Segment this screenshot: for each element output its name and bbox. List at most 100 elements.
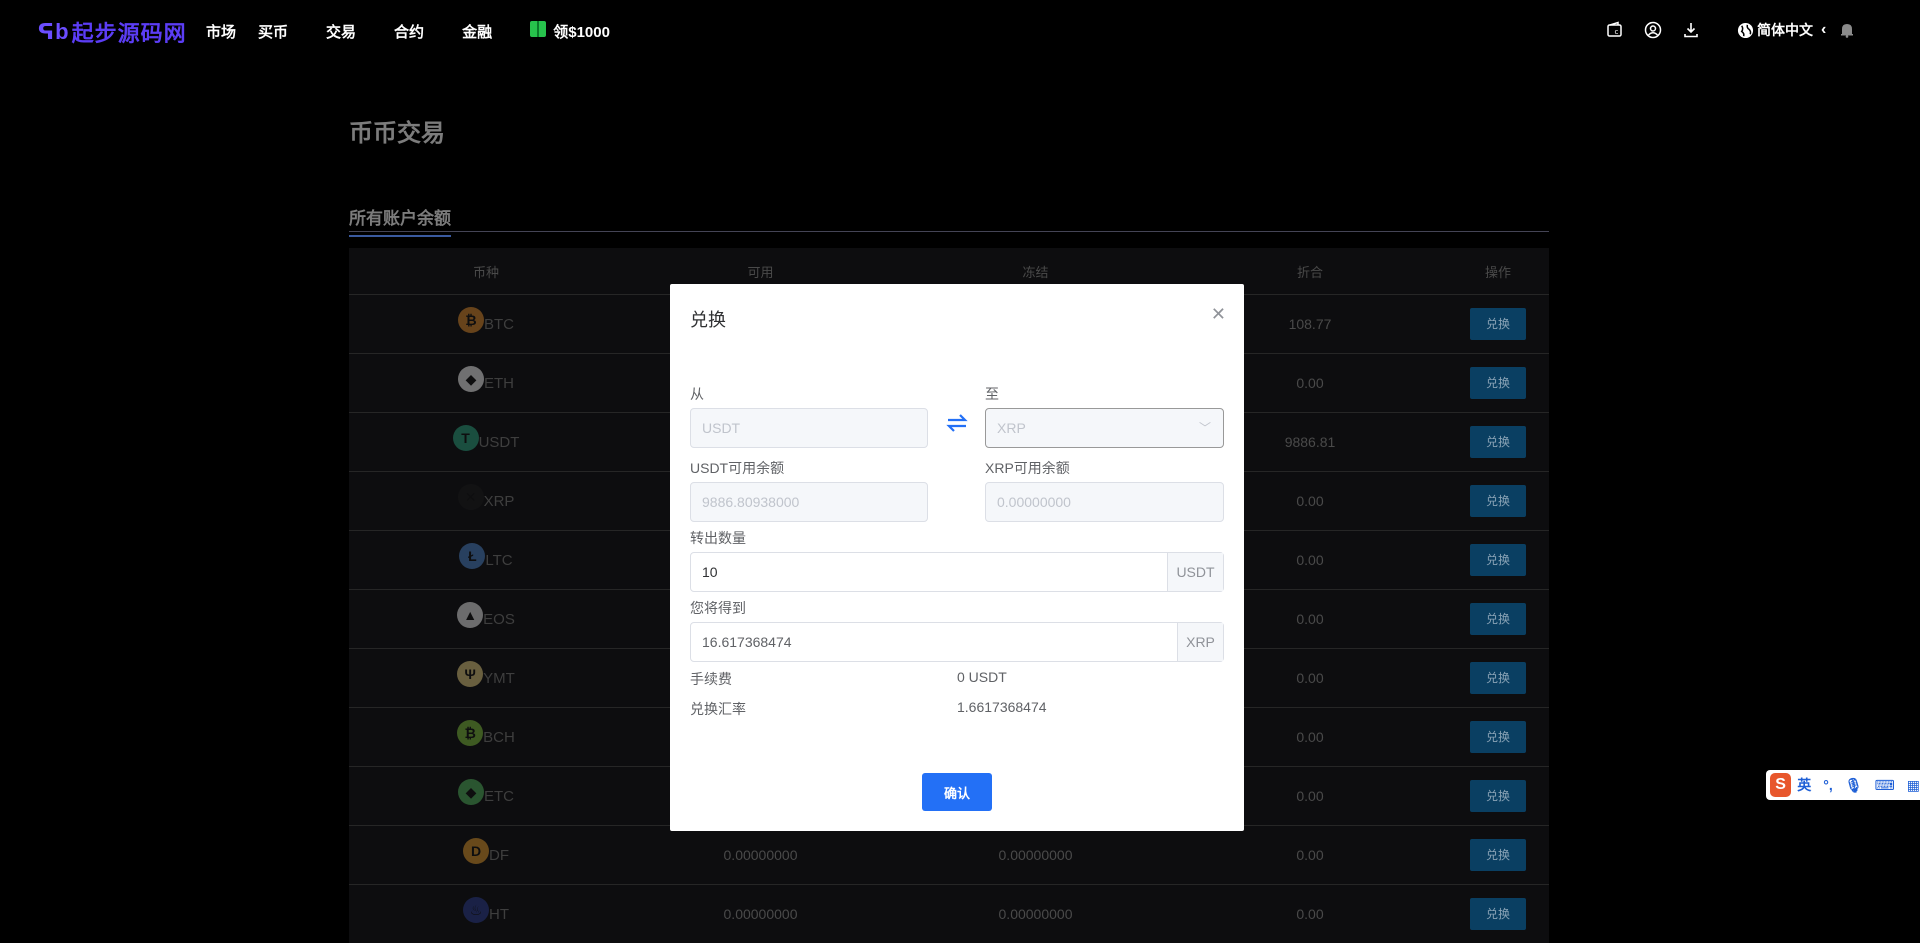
confirm-button[interactable]: 确认 — [922, 773, 992, 811]
coin-icon: Ł — [459, 543, 486, 569]
action-cell: 兑换 — [1447, 839, 1549, 871]
nav-gift[interactable]: 领$1000 — [530, 21, 610, 42]
coin-cell: Ψ YMT — [349, 661, 623, 691]
action-cell: 兑换 — [1447, 367, 1549, 399]
amount-input[interactable]: 10 USDT — [690, 552, 1224, 592]
exchange-button[interactable]: 兑换 — [1470, 308, 1526, 340]
keyboard-icon[interactable]: ⌨ — [1875, 777, 1895, 794]
coin-cell: Ł LTC — [349, 543, 623, 573]
fee-label: 手续费 — [690, 671, 732, 687]
section-title[interactable]: 所有账户余额 — [349, 204, 451, 237]
exchange-button[interactable]: 兑换 — [1470, 839, 1526, 871]
top-header: ᕋb 起步源码网 市场 买币 交易 合约 金融 领$1000 c 简体中文 ‹ — [0, 0, 1920, 62]
exchange-button[interactable]: 兑换 — [1470, 544, 1526, 576]
header-equiv: 折合 — [1296, 264, 1323, 280]
exchange-button[interactable]: 兑换 — [1470, 426, 1526, 458]
nav-trade[interactable]: 交易 — [326, 21, 356, 42]
language-selector[interactable]: 简体中文 ‹ — [1737, 20, 1826, 40]
coin-cell: ◆ ETC — [349, 779, 623, 809]
exchange-button[interactable]: 兑换 — [1470, 721, 1526, 753]
exchange-button[interactable]: 兑换 — [1470, 780, 1526, 812]
from-balance-label: USDT可用余额 — [690, 460, 785, 476]
coin-icon: ₿ — [458, 307, 484, 333]
svg-text:c: c — [1615, 28, 1619, 36]
ime-punct[interactable]: °, — [1823, 777, 1833, 793]
from-label: 从 — [690, 386, 704, 402]
action-cell: 兑换 — [1447, 662, 1549, 694]
amount-unit: USDT — [1167, 553, 1223, 591]
exchange-button[interactable]: 兑换 — [1470, 662, 1526, 694]
table-row: ♨ HT 0.00000000 0.00000000 0.00 兑换 — [349, 885, 1549, 943]
available-cell: 0.00000000 — [723, 847, 798, 863]
bell-icon[interactable] — [1840, 22, 1854, 38]
ime-toolbar[interactable]: S 英 °, 🎙 ⌨ ▦ — [1766, 770, 1920, 800]
header-action: 操作 — [1484, 264, 1511, 280]
coin-icon: ₿ — [457, 720, 484, 746]
sogou-logo-icon: S — [1770, 773, 1792, 797]
amount-label: 转出数量 — [690, 530, 746, 546]
frozen-cell: 0.00000000 — [998, 906, 1073, 922]
exchange-button[interactable]: 兑换 — [1470, 485, 1526, 517]
exchange-button[interactable]: 兑换 — [1470, 898, 1526, 930]
download-icon[interactable] — [1682, 21, 1700, 39]
header-frozen: 冻结 — [1022, 264, 1049, 280]
receive-unit: XRP — [1177, 623, 1223, 661]
header-coin: 币种 — [472, 264, 499, 280]
rate-value: 1.6617368474 — [957, 699, 1047, 715]
coin-name: LTC — [485, 551, 513, 569]
language-label: 简体中文 — [1757, 22, 1813, 38]
coin-name: EOS — [483, 610, 515, 628]
coin-name: XRP — [483, 492, 515, 510]
coin-name: YMT — [483, 669, 515, 687]
amount-value[interactable]: 10 — [691, 553, 1167, 591]
coin-name: BTC — [484, 315, 514, 333]
nav-market[interactable]: 市场 — [206, 21, 236, 42]
coin-cell: ▲ EOS — [349, 602, 623, 632]
header-right: c 简体中文 ‹ — [1606, 20, 1854, 40]
coin-name: ETH — [484, 374, 514, 392]
coin-cell: ₿ BTC — [349, 307, 623, 337]
coin-cell: ₿ BCH — [349, 720, 623, 750]
equiv-cell: 0.00 — [1296, 847, 1324, 863]
from-input[interactable]: USDT — [690, 408, 928, 448]
exchange-button[interactable]: 兑换 — [1470, 603, 1526, 635]
coin-name: DF — [489, 846, 509, 864]
nav-buy-coin[interactable]: 买币 — [258, 21, 288, 42]
coin-icon: ♨ — [463, 897, 489, 923]
exchange-button[interactable]: 兑换 — [1470, 367, 1526, 399]
main-nav: 市场 买币 交易 合约 金融 领$1000 — [206, 21, 610, 42]
nav-contract[interactable]: 合约 — [394, 21, 424, 42]
coin-cell: ✕ XRP — [349, 484, 623, 514]
action-cell: 兑换 — [1447, 308, 1549, 340]
coin-cell: T USDT — [349, 425, 623, 455]
receive-value: 16.617368474 — [702, 634, 792, 650]
microphone-icon[interactable]: 🎙 — [1845, 777, 1863, 794]
coin-name: ETC — [484, 787, 514, 805]
swap-icon[interactable] — [946, 412, 968, 434]
coin-icon: Ψ — [457, 661, 484, 687]
nav-finance[interactable]: 金融 — [462, 21, 492, 42]
wallet-icon[interactable]: c — [1606, 21, 1624, 39]
grid-icon[interactable]: ▦ — [1907, 777, 1920, 794]
site-logo[interactable]: ᕋb 起步源码网 — [38, 16, 187, 48]
logo-mark: ᕋb — [38, 19, 70, 44]
coin-cell: ♨ HT — [349, 897, 623, 927]
user-icon[interactable] — [1644, 21, 1662, 39]
receive-input[interactable]: 16.617368474 XRP — [690, 622, 1224, 662]
modal-title: 兑换 — [690, 310, 726, 330]
coin-name: BCH — [483, 728, 515, 746]
to-balance-label: XRP可用余额 — [985, 460, 1070, 476]
action-cell: 兑换 — [1447, 426, 1549, 458]
table-row: D DF 0.00000000 0.00000000 0.00 兑换 — [349, 826, 1549, 885]
receive-label: 您将得到 — [690, 600, 746, 616]
coin-icon: ✕ — [457, 484, 484, 510]
action-cell: 兑换 — [1447, 780, 1549, 812]
ime-mode[interactable]: 英 — [1797, 775, 1811, 795]
gift-icon — [530, 21, 547, 37]
to-select[interactable]: XRP ﹀ — [985, 408, 1224, 448]
frozen-cell: 0.00000000 — [998, 847, 1073, 863]
coin-name: USDT — [478, 433, 520, 451]
page-title: 币币交易 — [349, 120, 445, 147]
close-icon[interactable]: ✕ — [1211, 304, 1226, 325]
chevron-left-icon: ‹ — [1821, 21, 1827, 38]
